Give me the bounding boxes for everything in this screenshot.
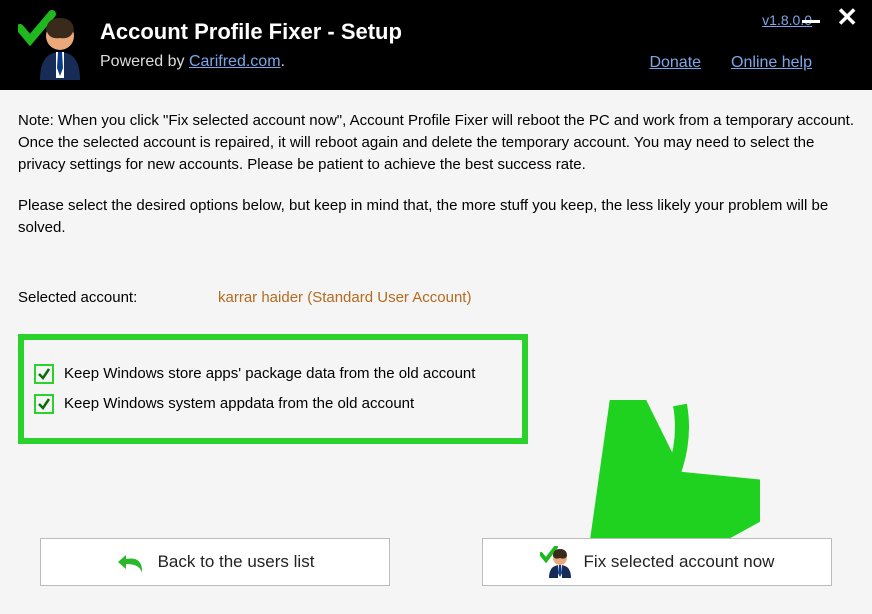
avatar-check-icon	[540, 546, 572, 578]
selected-account-label: Selected account:	[18, 289, 218, 306]
back-button-label: Back to the users list	[158, 552, 315, 572]
checkbox-checked-icon[interactable]	[34, 364, 54, 384]
option1-label: Keep Windows store apps' package data fr…	[64, 365, 475, 382]
powered-by: Powered by Carifred.com.	[100, 53, 402, 71]
online-help-link[interactable]: Online help	[731, 54, 812, 72]
window-controls: ✕	[802, 6, 858, 28]
option2-label: Keep Windows system appdata from the old…	[64, 395, 414, 412]
undo-icon	[116, 551, 146, 573]
fix-button-label: Fix selected account now	[584, 552, 775, 572]
app-title: Account Profile Fixer - Setup	[100, 19, 402, 45]
selected-account-value: karrar haider (Standard User Account)	[218, 289, 471, 306]
option-keep-store-apps[interactable]: Keep Windows store apps' package data fr…	[34, 364, 512, 384]
header-links: Donate Online help	[649, 54, 812, 72]
fix-button[interactable]: Fix selected account now	[482, 538, 832, 586]
back-button[interactable]: Back to the users list	[40, 538, 390, 586]
app-logo	[18, 10, 82, 80]
checkbox-checked-icon[interactable]	[34, 394, 54, 414]
action-row: Back to the users list Fix selected acco…	[0, 538, 872, 586]
options-highlight-box: Keep Windows store apps' package data fr…	[18, 334, 528, 444]
option-keep-appdata[interactable]: Keep Windows system appdata from the old…	[34, 394, 512, 414]
close-button[interactable]: ✕	[836, 6, 858, 28]
donate-link[interactable]: Donate	[649, 54, 701, 72]
minimize-button[interactable]	[802, 20, 820, 23]
app-header: Account Profile Fixer - Setup Powered by…	[0, 0, 872, 90]
note-p1: Note: When you click "Fix selected accou…	[18, 110, 854, 175]
note-p2: Please select the desired options below,…	[18, 195, 854, 239]
title-block: Account Profile Fixer - Setup Powered by…	[100, 19, 402, 71]
content-area: Note: When you click "Fix selected accou…	[0, 90, 872, 464]
carifred-link[interactable]: Carifred.com	[189, 53, 281, 70]
selected-account-row: Selected account: karrar haider (Standar…	[18, 289, 854, 306]
